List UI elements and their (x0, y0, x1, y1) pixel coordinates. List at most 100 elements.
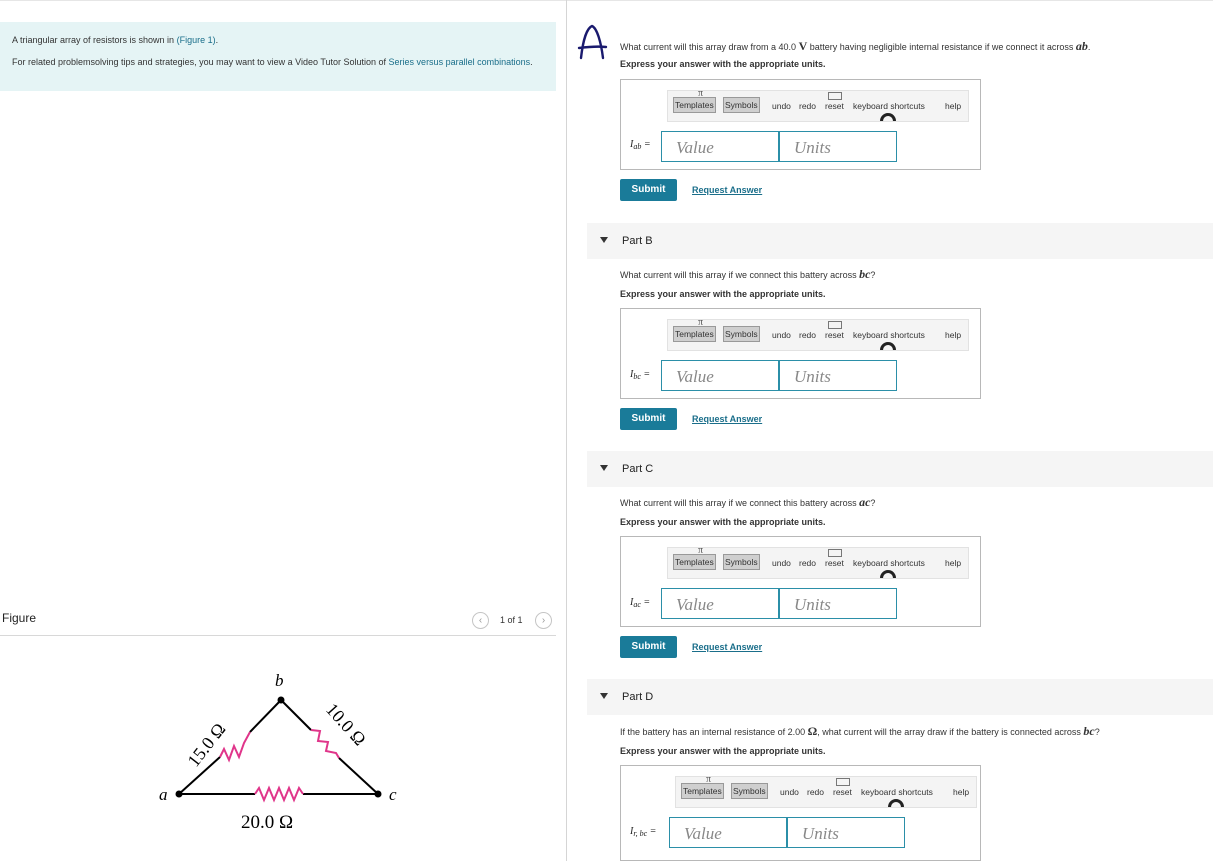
chevron-right-icon: › (541, 615, 546, 626)
part-b-title: Part B (622, 235, 653, 247)
part-a-value-input[interactable]: Value (661, 131, 779, 162)
keyboard-shortcuts-button[interactable]: keyboard shortcuts (853, 330, 925, 340)
wire-b-left (249, 699, 282, 733)
question-text: , what current will the array draw if th… (817, 727, 1084, 737)
question-text: If the battery has an internal resistanc… (620, 727, 808, 737)
part-b-answer-box: π Templates Symbols undo redo reset keyb… (620, 308, 981, 399)
part-a-units-input[interactable]: Units (779, 131, 897, 162)
part-d-instructions: Express your answer with the appropriate… (620, 746, 826, 756)
part-c-title: Part C (622, 463, 654, 475)
handwritten-a-annotation (577, 24, 608, 60)
part-b-units-input[interactable]: Units (779, 360, 897, 391)
question-unit: Ω (807, 724, 818, 738)
part-c-units-input[interactable]: Units (779, 588, 897, 619)
templates-button[interactable]: Templates (673, 554, 716, 570)
symbols-button[interactable]: Symbols (723, 554, 760, 570)
undo-button[interactable]: undo (772, 101, 791, 111)
question-text: What current will this array if we conne… (620, 270, 860, 280)
node-b-label: b (275, 671, 284, 690)
part-d-value-input[interactable]: Value (669, 817, 787, 848)
reset-button[interactable]: reset (825, 101, 844, 111)
part-c-request-answer-link[interactable]: Request Answer (692, 642, 762, 652)
part-b-request-answer-link[interactable]: Request Answer (692, 414, 762, 424)
intro-period: . (215, 35, 219, 45)
undo-button[interactable]: undo (780, 787, 799, 797)
label-equals: = (643, 369, 651, 380)
part-b-instructions: Express your answer with the appropriate… (620, 289, 826, 299)
figure-link[interactable]: (Figure 1) (177, 35, 216, 45)
resistor-ab-value: 15.0 Ω (183, 719, 229, 770)
part-a-question: What current will this array draw from a… (620, 39, 1090, 54)
wire-c-right (338, 757, 379, 795)
node-a-dot (175, 790, 183, 798)
part-c-instructions: Express your answer with the appropriate… (620, 517, 826, 527)
redo-button[interactable]: redo (807, 787, 824, 797)
help-button[interactable]: help (953, 787, 969, 797)
math-toolbar: π Templates Symbols undo redo reset keyb… (675, 774, 977, 808)
redo-button[interactable]: redo (799, 330, 816, 340)
help-button[interactable]: help (945, 330, 961, 340)
part-a-answer-box: π Templates Symbols undo redo reset keyb… (620, 79, 981, 170)
part-d-units-input[interactable]: Units (787, 817, 905, 848)
keyboard-icon (828, 549, 842, 557)
tips-text: For related problemsolving tips and stra… (12, 57, 389, 67)
reset-button[interactable]: reset (825, 558, 844, 568)
undo-button[interactable]: undo (772, 330, 791, 340)
prev-figure-button[interactable]: ‹ (472, 612, 489, 629)
part-c-value-input[interactable]: Value (661, 588, 779, 619)
arc-icon (880, 570, 896, 578)
node-c-dot (374, 790, 382, 798)
redo-button[interactable]: redo (799, 101, 816, 111)
arc-icon (880, 342, 896, 350)
part-b-question: What current will this array if we conne… (620, 267, 875, 282)
part-a-answer-label: Iab = (630, 139, 651, 151)
reset-button[interactable]: reset (833, 787, 852, 797)
part-b-value-input[interactable]: Value (661, 360, 779, 391)
part-b-header[interactable]: Part B (587, 223, 1213, 259)
video-tutor-link[interactable]: Series versus parallel combinations (389, 57, 531, 67)
label-equals: = (649, 826, 657, 837)
symbols-button[interactable]: Symbols (723, 97, 760, 113)
figure-header: Figure ‹ 1 of 1 › (0, 606, 556, 636)
part-c-answer-box: π Templates Symbols undo redo reset keyb… (620, 536, 981, 627)
help-button[interactable]: help (945, 101, 961, 111)
intro-text: A triangular array of resistors is shown… (12, 35, 177, 45)
keyboard-icon (836, 778, 850, 786)
part-d-title: Part D (622, 691, 654, 703)
keyboard-icon (828, 321, 842, 329)
keyboard-shortcuts-button[interactable]: keyboard shortcuts (853, 558, 925, 568)
resistor-ac (254, 785, 304, 803)
part-b-submit-button[interactable]: Submit (620, 408, 677, 430)
math-toolbar: π Templates Symbols undo redo reset keyb… (667, 88, 969, 122)
part-d-question: If the battery has an internal resistanc… (620, 724, 1100, 739)
answer-pane: What current will this array draw from a… (567, 0, 1213, 861)
keyboard-shortcuts-button[interactable]: keyboard shortcuts (861, 787, 933, 797)
tips-period: . (530, 57, 533, 67)
next-figure-button[interactable]: › (535, 612, 552, 629)
part-d-header[interactable]: Part D (587, 679, 1213, 715)
question-variable: ab (1075, 39, 1088, 53)
part-a-submit-button[interactable]: Submit (620, 179, 677, 201)
symbols-button[interactable]: Symbols (723, 326, 760, 342)
part-c-header[interactable]: Part C (587, 451, 1213, 487)
resistor-bc-value: 10.0 Ω (322, 699, 370, 749)
undo-button[interactable]: undo (772, 558, 791, 568)
templates-button[interactable]: Templates (681, 783, 724, 799)
reset-button[interactable]: reset (825, 330, 844, 340)
part-c-submit-button[interactable]: Submit (620, 636, 677, 658)
question-text: What current will this array draw from a… (620, 42, 799, 52)
wire-b-right (280, 699, 312, 731)
symbols-button[interactable]: Symbols (731, 783, 768, 799)
figure-title: Figure (2, 611, 37, 625)
keyboard-shortcuts-button[interactable]: keyboard shortcuts (853, 101, 925, 111)
label-equals: = (643, 139, 651, 150)
templates-button[interactable]: Templates (673, 326, 716, 342)
label-equals: = (643, 597, 651, 608)
question-variable: ac (859, 495, 871, 509)
arc-icon (880, 113, 896, 121)
templates-button[interactable]: Templates (673, 97, 716, 113)
part-a-request-answer-link[interactable]: Request Answer (692, 185, 762, 195)
help-button[interactable]: help (945, 558, 961, 568)
redo-button[interactable]: redo (799, 558, 816, 568)
part-d-answer-box: π Templates Symbols undo redo reset keyb… (620, 765, 981, 861)
